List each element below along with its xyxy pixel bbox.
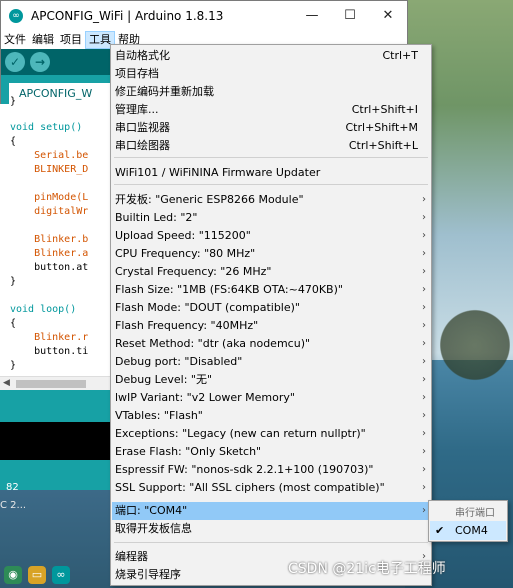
taskbar: ◉ ▭ ∞ bbox=[0, 562, 110, 588]
menu-builtin-led[interactable]: Builtin Led: "2" › bbox=[112, 209, 430, 227]
menu-edit[interactable]: 编辑 bbox=[29, 31, 57, 49]
menu-debug-level[interactable]: Debug Level: "无" › bbox=[112, 371, 430, 389]
chevron-right-icon: › bbox=[422, 464, 426, 475]
menu-fix-encoding[interactable]: 修正编码并重新加载 bbox=[112, 83, 430, 101]
code-line: void loop() bbox=[10, 304, 77, 315]
code-line: void setup() bbox=[10, 122, 83, 133]
chevron-right-icon: › bbox=[422, 482, 426, 493]
menu-lwip-variant[interactable]: lwIP Variant: "v2 Lower Memory" › bbox=[112, 389, 430, 407]
menu-separator bbox=[114, 157, 428, 158]
menu-exceptions[interactable]: Exceptions: "Legacy (new can return null… bbox=[112, 425, 430, 443]
chevron-right-icon: › bbox=[422, 428, 426, 439]
chevron-right-icon: › bbox=[422, 356, 426, 367]
watermark: CSDN @21ic电子工程师 bbox=[288, 561, 446, 577]
code-line: BLINKER_D bbox=[10, 164, 89, 175]
menu-firmware-updater[interactable]: WiFi101 / WiFiNINA Firmware Updater bbox=[112, 164, 430, 182]
menu-serial-plotter[interactable]: 串口绘图器 Ctrl+Shift+L bbox=[112, 137, 430, 155]
chevron-right-icon: › bbox=[422, 302, 426, 313]
menu-auto-format[interactable]: 自动格式化 Ctrl+T bbox=[112, 47, 430, 65]
menu-crystal-frequency[interactable]: Crystal Frequency: "26 MHz" › bbox=[112, 263, 430, 281]
minimize-button[interactable]: — bbox=[293, 1, 331, 31]
menu-manage-libraries[interactable]: 管理库... Ctrl+Shift+I bbox=[112, 101, 430, 119]
chevron-right-icon: › bbox=[422, 505, 426, 516]
folder-icon[interactable]: ▭ bbox=[28, 566, 46, 584]
arduino-taskbar-icon[interactable]: ∞ bbox=[52, 566, 70, 584]
code-line: button.ti bbox=[10, 346, 89, 357]
code-line: Blinker.b bbox=[10, 234, 89, 245]
menu-flash-size[interactable]: Flash Size: "1MB (FS:64KB OTA:~470KB)" › bbox=[112, 281, 430, 299]
scroll-thumb[interactable] bbox=[16, 380, 86, 388]
menu-ssl-support[interactable]: SSL Support: "All SSL ciphers (most comp… bbox=[112, 479, 430, 497]
port-com4[interactable]: ✔ COM4 bbox=[430, 521, 506, 540]
code-line: button.at bbox=[10, 262, 89, 273]
menu-archive-sketch[interactable]: 项目存档 bbox=[112, 65, 430, 83]
chevron-right-icon: › bbox=[422, 248, 426, 259]
code-line: Serial.be bbox=[10, 150, 89, 161]
chevron-right-icon: › bbox=[422, 266, 426, 277]
title-bar: ∞ APCONFIG_WiFi | Arduino 1.8.13 — ☐ ✕ bbox=[1, 1, 407, 31]
scroll-left-icon[interactable]: ◀ bbox=[3, 378, 10, 388]
port-label: COM4 bbox=[455, 524, 488, 537]
wallpaper-palm bbox=[440, 300, 510, 390]
code-line: } bbox=[10, 96, 17, 107]
check-icon: ✔ bbox=[435, 524, 445, 537]
close-button[interactable]: ✕ bbox=[369, 1, 407, 31]
background-text: C 2... bbox=[0, 500, 27, 511]
code-line: Blinker.a bbox=[10, 248, 89, 259]
arduino-icon: ∞ bbox=[9, 9, 23, 23]
code-line: } bbox=[10, 360, 17, 371]
code-line: { bbox=[10, 136, 17, 147]
chevron-right-icon: › bbox=[422, 410, 426, 421]
menu-erase-flash[interactable]: Erase Flash: "Only Sketch" › bbox=[112, 443, 430, 461]
menu-flash-frequency[interactable]: Flash Frequency: "40MHz" › bbox=[112, 317, 430, 335]
verify-button[interactable]: ✓ bbox=[5, 52, 25, 72]
tab-sketch[interactable]: APCONFIG_W bbox=[9, 83, 121, 105]
menu-vtables[interactable]: VTables: "Flash" › bbox=[112, 407, 430, 425]
line-number: 82 bbox=[6, 482, 19, 493]
wechat-icon[interactable]: ◉ bbox=[4, 566, 22, 584]
code-line: Blinker.r bbox=[10, 332, 89, 343]
menu-upload-speed[interactable]: Upload Speed: "115200" › bbox=[112, 227, 430, 245]
code-line: digitalWr bbox=[10, 206, 89, 217]
chevron-right-icon: › bbox=[422, 392, 426, 403]
menu-debug-port[interactable]: Debug port: "Disabled" › bbox=[112, 353, 430, 371]
window-title: APCONFIG_WiFi | Arduino 1.8.13 bbox=[31, 9, 224, 23]
menu-sketch[interactable]: 项目 bbox=[57, 31, 85, 49]
menu-separator bbox=[114, 542, 428, 543]
chevron-right-icon: › bbox=[422, 212, 426, 223]
menu-board[interactable]: 开发板: "Generic ESP8266 Module" › bbox=[112, 191, 430, 209]
chevron-right-icon: › bbox=[422, 320, 426, 331]
chevron-right-icon: › bbox=[422, 194, 426, 205]
chevron-right-icon: › bbox=[422, 284, 426, 295]
chevron-right-icon: › bbox=[422, 230, 426, 241]
chevron-right-icon: › bbox=[422, 446, 426, 457]
menu-reset-method[interactable]: Reset Method: "dtr (aka nodemcu)" › bbox=[112, 335, 430, 353]
menu-serial-monitor[interactable]: 串口监视器 Ctrl+Shift+M bbox=[112, 119, 430, 137]
menu-file[interactable]: 文件 bbox=[1, 31, 29, 49]
menu-board-info[interactable]: 取得开发板信息 bbox=[112, 520, 430, 538]
chevron-right-icon: › bbox=[422, 374, 426, 385]
menu-port[interactable]: 端口: "COM4" › bbox=[112, 502, 430, 520]
code-line: pinMode(L bbox=[10, 192, 89, 203]
code-line: { bbox=[10, 318, 17, 329]
chevron-right-icon: › bbox=[422, 338, 426, 349]
tools-menu: 自动格式化 Ctrl+T 项目存档 修正编码并重新加载 管理库... Ctrl+Sh… bbox=[110, 44, 432, 586]
menu-flash-mode[interactable]: Flash Mode: "DOUT (compatible)" › bbox=[112, 299, 430, 317]
serial-ports-header: 串行端口 bbox=[455, 508, 495, 519]
upload-button[interactable]: → bbox=[30, 52, 50, 72]
maximize-button[interactable]: ☐ bbox=[331, 1, 369, 31]
menu-cpu-frequency[interactable]: CPU Frequency: "80 MHz" › bbox=[112, 245, 430, 263]
port-submenu: 串行端口 ✔ COM4 bbox=[428, 500, 508, 542]
menu-espressif-fw[interactable]: Espressif FW: "nonos-sdk 2.2.1+100 (1907… bbox=[112, 461, 430, 479]
code-line: } bbox=[10, 276, 17, 287]
menu-separator bbox=[114, 184, 428, 185]
